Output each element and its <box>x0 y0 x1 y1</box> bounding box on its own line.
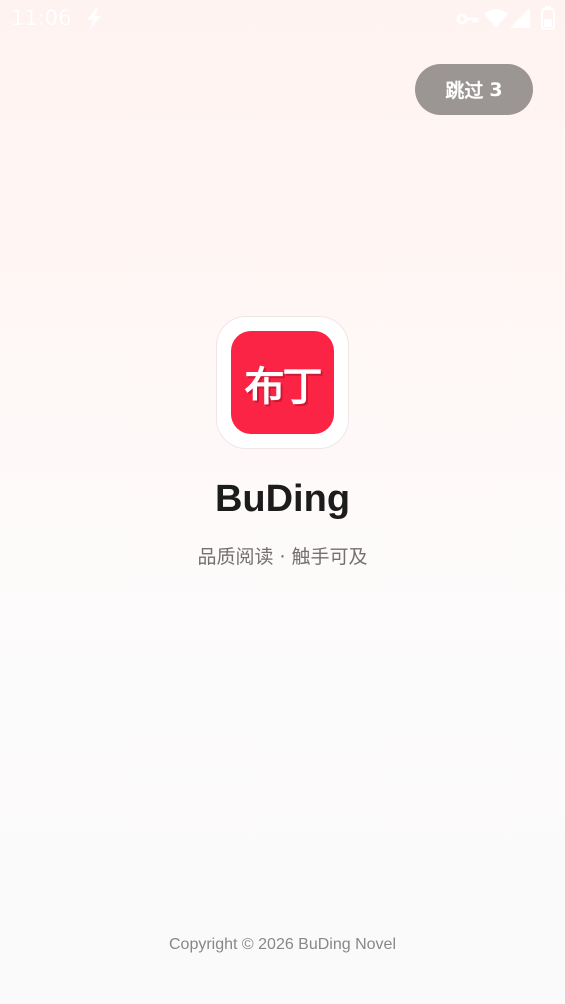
app-tagline: 品质阅读 · 触手可及 <box>197 546 368 568</box>
app-logo-text: 布丁 <box>244 363 323 410</box>
cellular-signal-icon <box>509 7 531 33</box>
vpn-key-icon <box>456 11 480 31</box>
copyright-text: Copyright © 2026 BuDing Novel <box>168 936 397 953</box>
status-time: 11:06 <box>11 6 72 30</box>
skip-label: 跳过 <box>445 80 484 102</box>
app-name: BuDing <box>214 478 351 520</box>
skip-button[interactable]: 跳过 3 <box>415 64 533 115</box>
battery-icon <box>541 6 555 34</box>
flash-icon <box>84 7 104 35</box>
wifi-icon <box>483 7 509 33</box>
app-logo-badge: 布丁 <box>231 331 334 434</box>
skip-countdown: 3 <box>489 78 503 101</box>
status-bar: 11:06 <box>0 0 565 38</box>
app-logo: 布丁 <box>216 316 349 449</box>
